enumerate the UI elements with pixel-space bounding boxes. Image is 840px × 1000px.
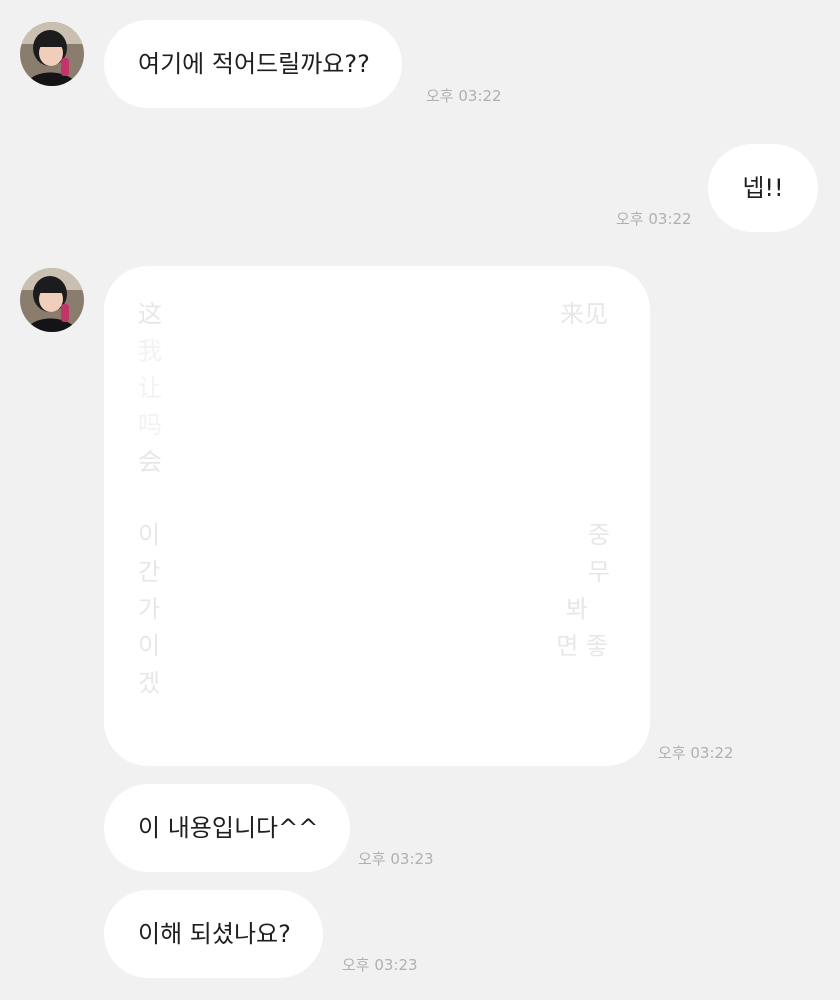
timestamp: 오후 03:22 <box>658 744 734 762</box>
timestamp: 오후 03:22 <box>616 210 692 228</box>
fragment-right: 면 좋 <box>556 632 608 660</box>
message-text: 여기에 적어드릴까요?? <box>138 50 370 78</box>
fragment-right: 来见 <box>560 300 608 328</box>
fragment-left: 가 <box>138 595 161 623</box>
fragment-left: 让 <box>138 374 162 402</box>
message-text: 이 내용입니다^^ <box>138 814 319 842</box>
fragment-left: 吗 <box>138 411 162 439</box>
timestamp: 오후 03:22 <box>426 87 502 105</box>
fragment-left: 이 <box>138 521 161 549</box>
message-text: 넵!! <box>742 174 784 202</box>
chat-bubble: 넵!! <box>708 144 818 232</box>
message-text: 이해 되셨나요? <box>138 920 291 948</box>
avatar[interactable] <box>20 268 84 332</box>
avatar[interactable] <box>20 22 84 86</box>
fragment-right: 무 <box>587 558 610 586</box>
fragment-left: 간 <box>138 558 161 586</box>
obscured-message-bubble: 这 来见 我 让 吗 会 이 중 간 무 가 봐 이 면 좋 겠 <box>104 266 650 766</box>
fragment-left: 这 <box>138 300 162 328</box>
chat-bubble: 이해 되셨나요? <box>104 890 323 978</box>
timestamp: 오후 03:23 <box>358 850 434 868</box>
chat-bubble: 여기에 적어드릴까요?? <box>104 20 402 108</box>
chat-bubble: 이 내용입니다^^ <box>104 784 351 872</box>
fragment-right: 중 <box>587 521 610 549</box>
fragment-left: 겠 <box>138 669 161 697</box>
fragment-right: 봐 <box>565 595 588 623</box>
fragment-left: 我 <box>138 337 162 365</box>
fragment-left: 이 <box>138 632 161 660</box>
fragment-left: 会 <box>138 448 162 476</box>
timestamp: 오후 03:23 <box>342 956 418 974</box>
